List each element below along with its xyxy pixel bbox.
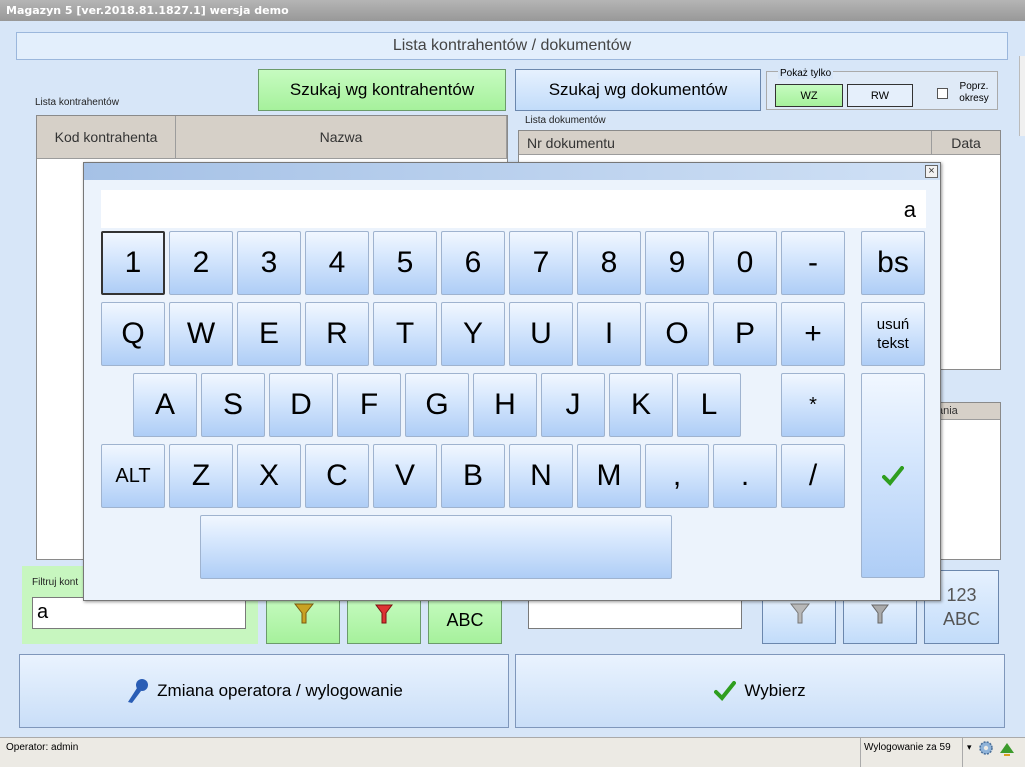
wz-toggle-button[interactable]: WZ: [775, 84, 843, 107]
key-j[interactable]: J: [541, 373, 605, 437]
logout-timer: Wylogowanie za 59: [864, 742, 951, 753]
key-comma[interactable]: ,: [645, 444, 709, 508]
page-title: Lista kontrahentów / dokumentów: [16, 32, 1008, 60]
key-f[interactable]: F: [337, 373, 401, 437]
key-q[interactable]: Q: [101, 302, 165, 366]
check-icon: [882, 465, 904, 486]
contractors-list-label: Lista kontrahentów: [35, 97, 119, 108]
key-d[interactable]: D: [269, 373, 333, 437]
key-e[interactable]: E: [237, 302, 301, 366]
key-h[interactable]: H: [473, 373, 537, 437]
filter-funnel-icon: [790, 603, 810, 624]
key-i[interactable]: I: [577, 302, 641, 366]
contractor-abc-keyboard-button[interactable]: ABC: [428, 596, 502, 644]
key-w[interactable]: W: [169, 302, 233, 366]
operator-status: Operator: admin: [6, 742, 79, 753]
user-key-icon: [128, 679, 149, 703]
document-filter-button[interactable]: [762, 596, 836, 644]
key-clear-text[interactable]: usuń tekst: [861, 302, 925, 366]
clear-filter-button[interactable]: [347, 596, 421, 644]
filter-funnel-icon: [294, 603, 314, 624]
filter-group-legend: Pokaż tylko: [778, 68, 834, 79]
key-m[interactable]: M: [577, 444, 641, 508]
key-alt[interactable]: ALT: [101, 444, 165, 508]
check-icon: [714, 681, 737, 701]
column-header-name[interactable]: Nazwa: [176, 116, 507, 159]
filter-button[interactable]: [266, 596, 340, 644]
prev-periods-checkbox[interactable]: [937, 88, 948, 99]
key-k[interactable]: K: [609, 373, 673, 437]
key-8[interactable]: 8: [577, 231, 641, 295]
key-5[interactable]: 5: [373, 231, 437, 295]
document-filter-input[interactable]: [528, 597, 742, 629]
key-6[interactable]: 6: [441, 231, 505, 295]
key-2[interactable]: 2: [169, 231, 233, 295]
column-header-date[interactable]: Data: [932, 131, 1000, 155]
search-by-documents-button[interactable]: Szukaj wg dokumentów: [515, 69, 761, 111]
clear-text-label: usuń tekst: [876, 316, 910, 352]
key-x[interactable]: X: [237, 444, 301, 508]
key-z[interactable]: Z: [169, 444, 233, 508]
key-v[interactable]: V: [373, 444, 437, 508]
contractor-filter-label: Filtruj kont: [32, 577, 79, 588]
key-0[interactable]: 0: [713, 231, 777, 295]
prev-periods-label: Poprz. okresy: [959, 81, 989, 104]
key-enter[interactable]: [861, 373, 925, 578]
keyboard-close-button[interactable]: ×: [925, 165, 938, 178]
change-operator-button[interactable]: Zmiana operatora / wylogowanie: [19, 654, 509, 728]
key-u[interactable]: U: [509, 302, 573, 366]
key-c[interactable]: C: [305, 444, 369, 508]
key-4[interactable]: 4: [305, 231, 369, 295]
clear-filter-icon: [871, 604, 889, 624]
keyboard-titlebar: [84, 163, 940, 180]
key-y[interactable]: Y: [441, 302, 505, 366]
key-n[interactable]: N: [509, 444, 573, 508]
key-r[interactable]: R: [305, 302, 369, 366]
network-icon[interactable]: [998, 739, 1016, 757]
key-t[interactable]: T: [373, 302, 437, 366]
select-label: Wybierz: [744, 681, 806, 700]
tray-dropdown-icon[interactable]: ▾: [967, 742, 972, 753]
keyboard-display: a: [101, 190, 926, 228]
key-b[interactable]: B: [441, 444, 505, 508]
key-l[interactable]: L: [677, 373, 741, 437]
documents-list-label: Lista dokumentów: [525, 115, 606, 126]
key-star[interactable]: *: [781, 373, 845, 437]
key-minus[interactable]: -: [781, 231, 845, 295]
column-header-code[interactable]: Kod kontrahenta: [37, 116, 176, 159]
status-divider: [962, 737, 963, 767]
search-by-contractors-button[interactable]: Szukaj wg kontrahentów: [258, 69, 506, 111]
key-1[interactable]: 1: [101, 231, 165, 295]
key-backspace[interactable]: bs: [861, 231, 925, 295]
key-slash[interactable]: /: [781, 444, 845, 508]
gear-icon[interactable]: [978, 740, 994, 756]
document-clear-filter-button[interactable]: [843, 596, 917, 644]
abc-label: ABC: [942, 609, 980, 629]
window-title: Magazyn 5 [ver.2018.81.1827.1] wersja de…: [0, 0, 1025, 21]
column-header-partial[interactable]: ania: [931, 403, 1000, 420]
key-o[interactable]: O: [645, 302, 709, 366]
status-divider: [860, 737, 861, 767]
contractor-filter-input[interactable]: a: [32, 597, 246, 629]
key-plus[interactable]: +: [781, 302, 845, 366]
column-header-doc-number[interactable]: Nr dokumentu: [519, 131, 932, 155]
select-button[interactable]: Wybierz: [515, 654, 1005, 728]
key-3[interactable]: 3: [237, 231, 301, 295]
key-s[interactable]: S: [201, 373, 265, 437]
rw-toggle-button[interactable]: RW: [847, 84, 913, 107]
key-a[interactable]: A: [133, 373, 197, 437]
change-operator-label: Zmiana operatora / wylogowanie: [157, 681, 403, 700]
key-7[interactable]: 7: [509, 231, 573, 295]
clear-filter-icon: [375, 604, 393, 624]
key-period[interactable]: .: [713, 444, 777, 508]
key-g[interactable]: G: [405, 373, 469, 437]
key-space[interactable]: [200, 515, 672, 579]
key-9[interactable]: 9: [645, 231, 709, 295]
scrollbar[interactable]: [1019, 56, 1025, 136]
key-p[interactable]: P: [713, 302, 777, 366]
